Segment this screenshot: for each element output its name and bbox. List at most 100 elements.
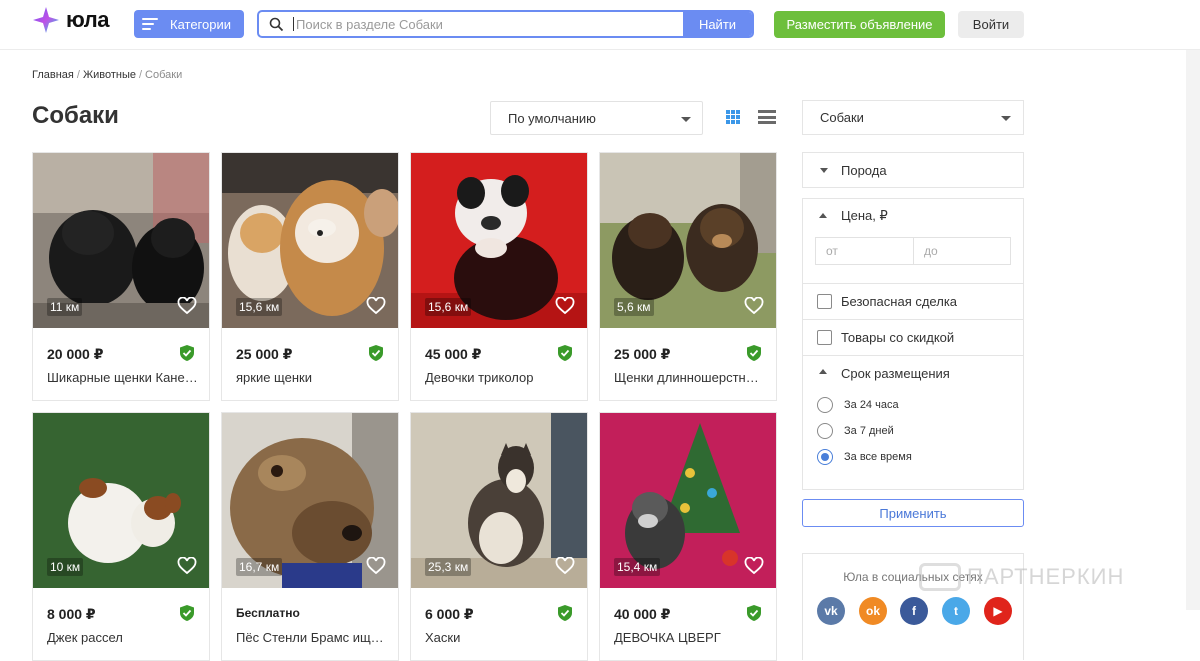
listing-title[interactable]: Джек рассел — [47, 630, 201, 645]
listing-price: Бесплатно — [236, 606, 300, 620]
listing-distance: 5,6 км — [614, 298, 654, 316]
verified-shield-icon — [180, 605, 194, 621]
period-option-label: За 7 дней — [844, 425, 894, 437]
listing-distance: 15,6 км — [236, 298, 283, 316]
listing-distance: 15,4 км — [614, 558, 661, 576]
chevron-down-icon — [681, 117, 691, 122]
listing-title[interactable]: Хаски — [425, 630, 579, 645]
menu-icon — [142, 18, 158, 30]
post-ad-button[interactable]: Разместить объявление — [774, 11, 945, 38]
heart-icon[interactable] — [555, 297, 575, 315]
period-option[interactable]: За все время — [817, 449, 912, 465]
verified-shield-icon — [180, 345, 194, 361]
category-select[interactable]: Собаки — [802, 100, 1024, 135]
listing-card[interactable]: 5,6 км 25 000 ₽ Щенки длинношерстн… — [599, 152, 777, 401]
breadcrumb-separator: / — [76, 69, 80, 81]
period-option-label: За 24 часа — [844, 399, 899, 411]
verified-shield-icon — [558, 345, 572, 361]
listing-card[interactable]: 15,6 км 45 000 ₽ Девочки триколор — [410, 152, 588, 401]
safe-deal-label[interactable]: Безопасная сделка — [803, 284, 1023, 318]
odnoklassniki-icon[interactable]: ok — [859, 597, 887, 625]
breadcrumb-home[interactable]: Главная — [32, 69, 74, 81]
listing-distance: 10 км — [47, 558, 84, 576]
listing-card[interactable]: 15,6 км 25 000 ₽ яркие щенки — [221, 152, 399, 401]
search-button[interactable]: Найти — [683, 12, 752, 36]
watermark: ПАРТНЕРКИН — [919, 563, 1124, 591]
verified-shield-icon — [369, 345, 383, 361]
listing-price: 45 000 ₽ — [425, 346, 482, 362]
listing-distance: 16,7 км — [236, 558, 283, 576]
listing-card[interactable]: 25,3 км 6 000 ₽ Хаски — [410, 412, 588, 661]
listing-card[interactable]: 11 км 20 000 ₽ Шикарные щенки Кане… — [32, 152, 210, 401]
listing-title[interactable]: Щенки длинношерстн… — [614, 370, 768, 385]
watermark-text: ПАРТНЕРКИН — [967, 564, 1125, 589]
listing-price: 40 000 ₽ — [614, 606, 671, 622]
sort-dropdown[interactable]: По умолчанию — [490, 101, 703, 135]
logo[interactable]: юла — [32, 6, 109, 34]
heart-icon[interactable] — [366, 297, 386, 315]
period-option[interactable]: За 24 часа — [817, 397, 899, 413]
filter-breed-label: Порода — [841, 162, 887, 178]
listing-price: 20 000 ₽ — [47, 346, 104, 362]
price-to-input[interactable]: до — [913, 237, 1011, 265]
list-view-icon[interactable] — [758, 110, 776, 124]
listing-distance: 15,6 км — [425, 298, 472, 316]
listing-title[interactable]: Девочки триколор — [425, 370, 579, 385]
watermark-logo-icon — [919, 563, 961, 591]
login-button[interactable]: Войти — [958, 11, 1024, 38]
breadcrumb-current: Собаки — [145, 69, 183, 81]
listing-card[interactable]: 16,7 км Бесплатно Пёс Стенли Брамс ище… — [221, 412, 399, 661]
listing-title[interactable]: ДЕВОЧКА ЦВЕРГ — [614, 630, 768, 645]
top-header: юла Категории Найти Разместить объявлени… — [0, 0, 1200, 50]
heart-icon[interactable] — [177, 557, 197, 575]
heart-icon[interactable] — [177, 297, 197, 315]
vk-icon[interactable]: vk — [817, 597, 845, 625]
logo-text: юла — [66, 7, 109, 32]
filters-panel: Цена, ₽ от до Безопасная сделка Товары с… — [802, 198, 1024, 490]
sort-selected-value: По умолчанию — [508, 110, 596, 126]
listing-price: 25 000 ₽ — [614, 346, 671, 362]
listing-price: 8 000 ₽ — [47, 606, 96, 622]
filter-price-label[interactable]: Цена, ₽ — [803, 199, 1023, 233]
scrollbar[interactable] — [1186, 0, 1200, 660]
categories-button[interactable]: Категории — [134, 10, 244, 38]
period-option[interactable]: За 7 дней — [817, 423, 894, 439]
heart-icon[interactable] — [366, 557, 386, 575]
discount-label[interactable]: Товары со скидкой — [803, 320, 1023, 354]
chevron-down-icon — [1001, 116, 1011, 121]
price-from-input[interactable]: от — [815, 237, 914, 265]
radio-button-selected[interactable] — [817, 449, 833, 465]
heart-icon[interactable] — [744, 297, 764, 315]
category-select-value: Собаки — [820, 110, 864, 125]
listing-title[interactable]: Пёс Стенли Брамс ище… — [236, 630, 390, 645]
breadcrumb: Главная / Животные / Собаки — [32, 69, 182, 81]
verified-shield-icon — [747, 605, 761, 621]
radio-button[interactable] — [817, 397, 833, 413]
verified-shield-icon — [747, 345, 761, 361]
listing-distance: 25,3 км — [425, 558, 472, 576]
search-input[interactable] — [293, 17, 683, 31]
heart-icon[interactable] — [555, 557, 575, 575]
logo-star-icon — [33, 7, 59, 33]
page-title: Собаки — [32, 102, 119, 129]
twitter-icon[interactable]: t — [942, 597, 970, 625]
heart-icon[interactable] — [744, 557, 764, 575]
verified-shield-icon — [558, 605, 572, 621]
period-option-label: За все время — [844, 451, 912, 463]
listing-card[interactable]: 15,4 км 40 000 ₽ ДЕВОЧКА ЦВЕРГ — [599, 412, 777, 661]
radio-button[interactable] — [817, 423, 833, 439]
listing-distance: 11 км — [47, 298, 83, 316]
breadcrumb-separator: / — [138, 69, 143, 81]
breadcrumb-animals[interactable]: Животные — [83, 69, 136, 81]
scrollbar-thumb[interactable] — [1186, 50, 1200, 610]
filter-breed[interactable]: Порода — [802, 152, 1024, 188]
grid-view-icon[interactable] — [726, 110, 740, 124]
listing-card[interactable]: 10 км 8 000 ₽ Джек рассел — [32, 412, 210, 661]
period-label[interactable]: Срок размещения — [803, 356, 1023, 390]
facebook-icon[interactable]: f — [900, 597, 928, 625]
listing-title[interactable]: яркие щенки — [236, 370, 390, 385]
youtube-icon[interactable]: ▶ — [984, 597, 1012, 625]
apply-button[interactable]: Применить — [802, 499, 1024, 527]
listing-title[interactable]: Шикарные щенки Кане… — [47, 370, 201, 385]
listing-price: 25 000 ₽ — [236, 346, 293, 362]
